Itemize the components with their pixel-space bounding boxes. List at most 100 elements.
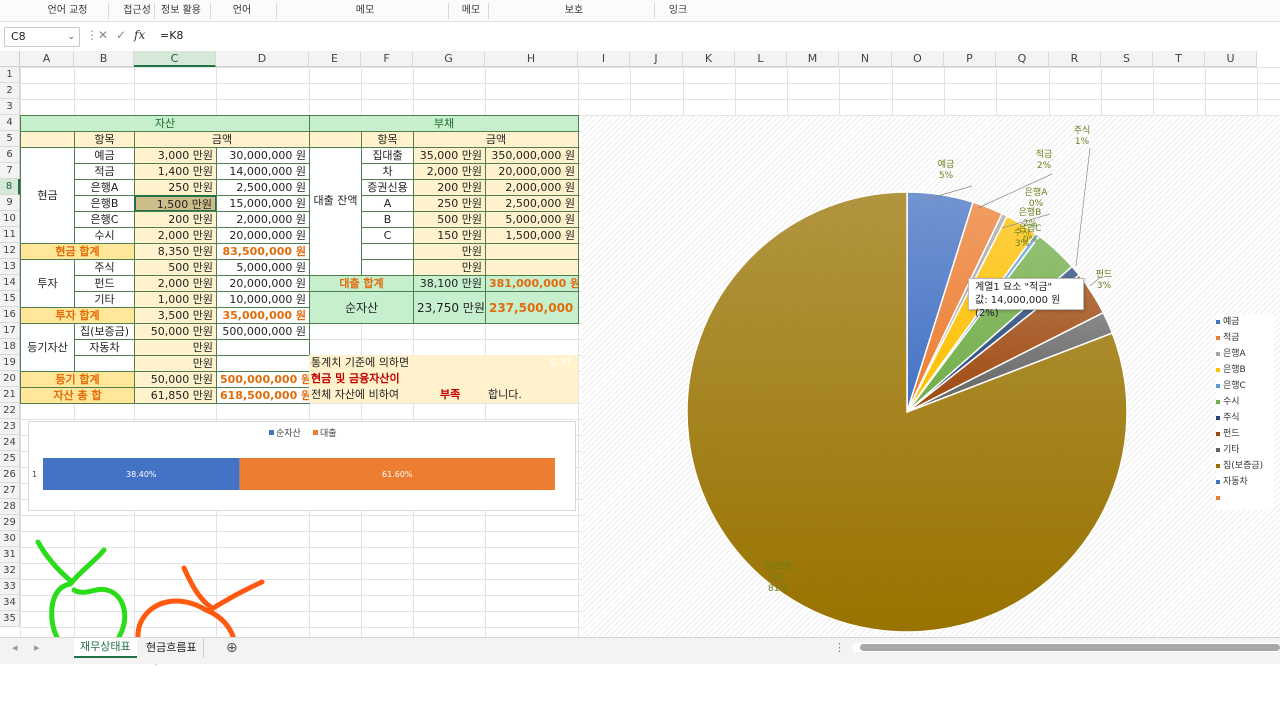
column-header[interactable]: J xyxy=(630,51,683,67)
row-header[interactable]: 30 xyxy=(0,531,20,547)
row-header[interactable]: 29 xyxy=(0,515,20,531)
row-header[interactable]: 17 xyxy=(0,323,20,339)
row-header[interactable]: 35 xyxy=(0,611,20,627)
asset-amount-won[interactable]: 15,000,000 원 xyxy=(216,195,310,212)
asset-item-name[interactable]: 적금 xyxy=(74,163,135,180)
asset-amount-won[interactable]: 2,500,000 원 xyxy=(216,179,310,196)
liab-item-name[interactable]: 증권신용 xyxy=(361,179,414,196)
asset-amount-won[interactable]: 14,000,000 원 xyxy=(216,163,310,180)
legend-item[interactable]: 예금 xyxy=(1216,314,1274,330)
liab-amount-won[interactable] xyxy=(485,243,579,260)
row-header[interactable]: 32 xyxy=(0,563,20,579)
cancel-icon[interactable]: ✕ xyxy=(98,28,108,42)
column-header[interactable]: N xyxy=(839,51,892,67)
liab-item-name[interactable]: A xyxy=(361,195,414,212)
legend-item[interactable]: 은행C xyxy=(1216,378,1274,394)
legend-item[interactable]: 적금 xyxy=(1216,330,1274,346)
liab-item-name[interactable]: 차 xyxy=(361,163,414,180)
column-header[interactable]: K xyxy=(683,51,735,67)
assets-item-header[interactable]: 항목 xyxy=(74,131,135,148)
column-header[interactable]: B xyxy=(74,51,134,67)
name-box[interactable]: C8 ⌄ xyxy=(4,27,80,47)
row-header[interactable]: 4 xyxy=(0,115,20,131)
asset-item-name[interactable]: 집(보증금) xyxy=(74,323,135,340)
net-worth-label[interactable]: 순자산 xyxy=(309,291,414,324)
asset-item-name[interactable]: 수시 xyxy=(74,227,135,244)
row-header[interactable]: 26 xyxy=(0,467,20,483)
chevron-down-icon[interactable]: ⌄ xyxy=(67,28,75,46)
asset-amount-won[interactable]: 2,000,000 원 xyxy=(216,211,310,228)
asset-total-label[interactable]: 투자 합계 xyxy=(20,307,135,324)
row-header[interactable]: 9 xyxy=(0,195,20,211)
asset-amount-man[interactable]: 250 만원 xyxy=(134,179,217,196)
asset-item-name[interactable]: 자동차 xyxy=(74,339,135,356)
check-icon[interactable]: ✓ xyxy=(116,28,126,42)
liab-amount-won[interactable]: 2,000,000 원 xyxy=(485,179,579,196)
row-header[interactable]: 21 xyxy=(0,387,20,403)
column-header[interactable]: L xyxy=(735,51,787,67)
liab-amount-man[interactable]: 200 만원 xyxy=(413,179,486,196)
blank-cell[interactable] xyxy=(309,131,362,148)
add-sheet-icon[interactable]: ⊕ xyxy=(220,638,244,658)
row-header[interactable]: 20 xyxy=(0,371,20,387)
row-header[interactable]: 14 xyxy=(0,275,20,291)
horizontal-scrollbar[interactable] xyxy=(852,643,1280,652)
liab-amount-won[interactable]: 350,000,000 원 xyxy=(485,147,579,164)
column-header[interactable]: D xyxy=(216,51,309,67)
liab-item-name[interactable]: C xyxy=(361,227,414,244)
asset-amount-man[interactable]: 50,000 만원 xyxy=(134,371,217,388)
row-header[interactable]: 23 xyxy=(0,419,20,435)
asset-item-name[interactable]: 은행C xyxy=(74,211,135,228)
column-header[interactable]: P xyxy=(944,51,996,67)
legend-item[interactable]: 주식 xyxy=(1216,410,1274,426)
row-header[interactable]: 15 xyxy=(0,291,20,307)
asset-item-name[interactable]: 기타 xyxy=(74,291,135,308)
asset-amount-won[interactable]: 5,000,000 원 xyxy=(216,259,310,276)
liab-amount-man[interactable]: 35,000 만원 xyxy=(413,147,486,164)
asset-amount-man[interactable]: 8,350 만원 xyxy=(134,243,217,260)
row-header[interactable]: 27 xyxy=(0,483,20,499)
asset-amount-won[interactable]: 20,000,000 원 xyxy=(216,275,310,292)
liab-amount-man[interactable]: 250 만원 xyxy=(413,195,486,212)
liab-item-name[interactable] xyxy=(361,243,414,260)
column-header[interactable]: I xyxy=(578,51,630,67)
next-sheet-icon[interactable]: ▸ xyxy=(28,638,46,658)
asset-amount-man[interactable]: 만원 xyxy=(134,355,217,372)
row-header[interactable]: 18 xyxy=(0,339,20,355)
legend-item[interactable]: 은행A xyxy=(1216,346,1274,362)
asset-amount-won[interactable]: 20,000,000 원 xyxy=(216,227,310,244)
function-icon[interactable]: fx xyxy=(134,28,145,42)
legend-item[interactable]: 집(보증금) xyxy=(1216,458,1274,474)
asset-amount-man[interactable]: 500 만원 xyxy=(134,259,217,276)
prev-sheet-icon[interactable]: ◂ xyxy=(6,638,24,658)
liab-amount-won[interactable] xyxy=(485,259,579,276)
row-header[interactable]: 3 xyxy=(0,99,20,115)
asset-item-name[interactable]: 펀드 xyxy=(74,275,135,292)
liab-amount-man[interactable]: 만원 xyxy=(413,259,486,276)
liab-item-header[interactable]: 항목 xyxy=(361,131,414,148)
asset-amount-man[interactable]: 1,000 만원 xyxy=(134,291,217,308)
row-header[interactable]: 19 xyxy=(0,355,20,371)
row-header[interactable]: 33 xyxy=(0,579,20,595)
group-loan[interactable]: 대출 잔액 xyxy=(309,147,362,276)
row-header[interactable]: 2 xyxy=(0,83,20,99)
formula-input[interactable]: =K8 xyxy=(160,29,183,42)
more-icon[interactable]: ⋮ xyxy=(86,28,98,42)
liab-amount-won[interactable]: 1,500,000 원 xyxy=(485,227,579,244)
asset-amount-man[interactable]: 만원 xyxy=(134,339,217,356)
net-worth-won[interactable]: 237,500,000 원 xyxy=(485,291,579,324)
liab-amount-man[interactable]: 만원 xyxy=(413,243,486,260)
scroll-thumb[interactable] xyxy=(860,644,1280,651)
column-header[interactable]: T xyxy=(1153,51,1205,67)
liab-amount-won[interactable]: 5,000,000 원 xyxy=(485,211,579,228)
asset-amount-won[interactable] xyxy=(216,339,310,356)
row-header[interactable]: 28 xyxy=(0,499,20,515)
asset-item-name[interactable]: 은행B xyxy=(74,195,135,212)
legend-item[interactable] xyxy=(1216,490,1274,506)
select-all-corner[interactable] xyxy=(0,51,20,67)
group-invest[interactable]: 투자 xyxy=(20,259,75,308)
row-header[interactable]: 16 xyxy=(0,307,20,323)
asset-amount-man[interactable]: 2,000 만원 xyxy=(134,227,217,244)
legend-item[interactable]: 펀드 xyxy=(1216,426,1274,442)
liabilities-title[interactable]: 부채 xyxy=(309,115,579,132)
